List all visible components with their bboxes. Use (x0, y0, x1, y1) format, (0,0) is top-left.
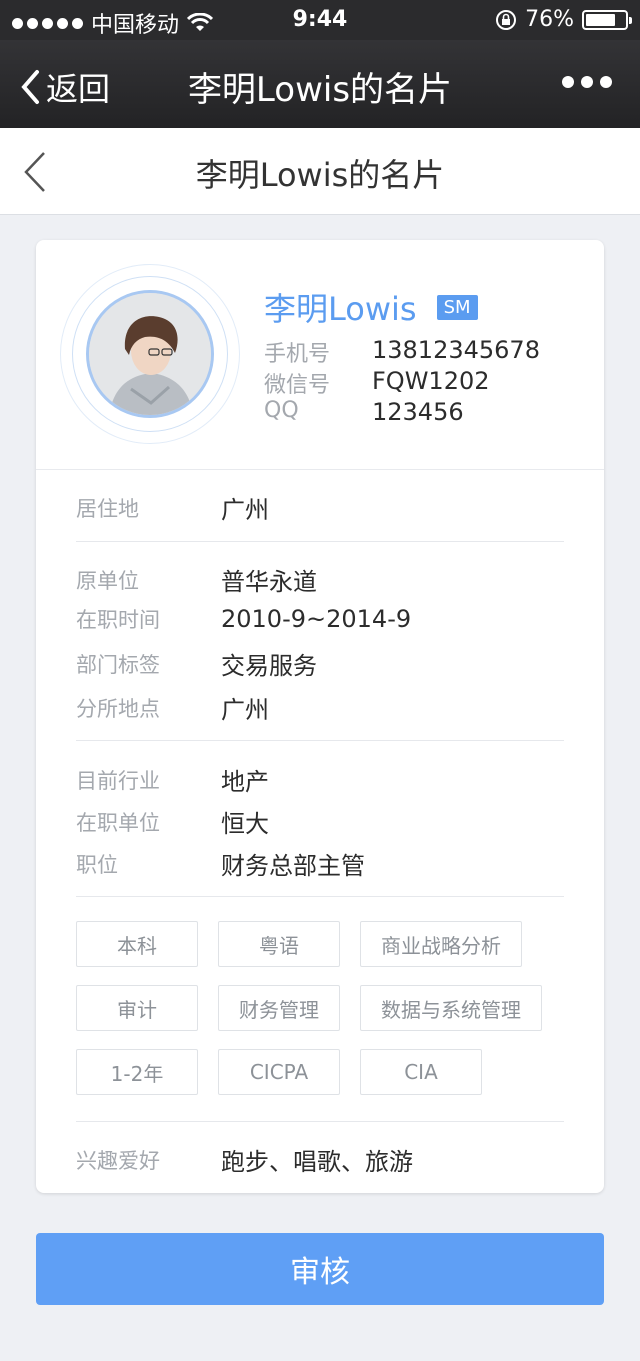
battery-fill (586, 13, 615, 26)
status-badge: SM (436, 294, 478, 320)
review-button[interactable]: 审核 (36, 1233, 604, 1305)
contact-wechat: 微信号 FQW1202 (264, 367, 490, 399)
skill-tag[interactable]: 审计 (76, 985, 198, 1031)
profile-section: 李明Lowis SM 手机号 13812345678 微信号 FQW1202 Q… (36, 240, 604, 470)
more-button[interactable] (562, 76, 612, 88)
rotation-lock-icon (496, 9, 517, 30)
skill-tag[interactable]: 粤语 (218, 921, 340, 967)
status-bar: 中国移动 9:44 76% (0, 0, 640, 40)
info-row: 职位 财务总部主管 (76, 846, 365, 881)
nav-bar: 返回 李明Lowis的名片 (0, 40, 640, 128)
nav-title: 李明Lowis的名片 (187, 70, 453, 110)
page-header: 李明Lowis的名片 (0, 128, 640, 215)
info-row: 部门标签 交易服务 (76, 646, 317, 681)
avatar[interactable] (86, 290, 214, 418)
info-value: 广州 (221, 496, 269, 524)
contact-value[interactable]: FQW1202 (372, 367, 490, 399)
divider (76, 541, 564, 542)
info-row: 兴趣爱好 跑步、唱歌、旅游 (76, 1142, 413, 1177)
skill-tag[interactable]: CICPA (218, 1049, 340, 1095)
info-label: 在职单位 (76, 810, 160, 835)
skill-tag[interactable]: 财务管理 (218, 985, 340, 1031)
skill-tag[interactable]: 1-2年 (76, 1049, 198, 1095)
info-label: 职位 (76, 852, 118, 877)
info-value: 跑步、唱歌、旅游 (221, 1148, 413, 1176)
contact-value[interactable]: 13812345678 (372, 336, 540, 368)
battery-percent: 76% (525, 7, 574, 32)
contact-phone: 手机号 13812345678 (264, 336, 540, 368)
divider (76, 740, 564, 741)
info-label: 原单位 (76, 568, 139, 593)
contact-label: QQ (264, 398, 299, 423)
skill-tag[interactable]: 数据与系统管理 (360, 985, 542, 1031)
info-value: 2010-9~2014-9 (221, 605, 412, 633)
contact-label: 微信号 (264, 373, 331, 398)
info-value: 广州 (221, 696, 269, 724)
info-row: 原单位 普华永道 (76, 562, 317, 597)
info-row: 分所地点 广州 (76, 690, 269, 725)
info-value: 财务总部主管 (221, 852, 365, 880)
info-row: 在职时间 2010-9~2014-9 (76, 604, 411, 634)
info-label: 在职时间 (76, 608, 160, 632)
info-value: 交易服务 (221, 652, 317, 680)
info-label: 居住地 (76, 496, 139, 521)
divider (76, 896, 564, 897)
person-name: 李明Lowis (264, 290, 417, 328)
info-row: 居住地 广州 (76, 490, 269, 525)
info-row: 目前行业 地产 (76, 762, 269, 797)
info-label: 目前行业 (76, 768, 160, 793)
info-label: 分所地点 (76, 696, 160, 721)
avatar-image (89, 293, 211, 415)
contact-qq: QQ 123456 (264, 398, 464, 426)
contact-label: 手机号 (264, 342, 331, 367)
info-value: 地产 (221, 768, 269, 796)
skill-tag[interactable]: 本科 (76, 921, 198, 967)
divider (76, 1121, 564, 1122)
info-value: 普华永道 (221, 568, 317, 596)
info-row: 在职单位 恒大 (76, 804, 269, 839)
info-label: 部门标签 (76, 652, 160, 677)
page-title: 李明Lowis的名片 (195, 156, 445, 194)
skill-tag[interactable]: 商业战略分析 (360, 921, 522, 967)
battery-icon (582, 9, 632, 30)
info-label: 兴趣爱好 (76, 1148, 160, 1173)
contact-value[interactable]: 123456 (372, 398, 464, 426)
skill-tag[interactable]: CIA (360, 1049, 482, 1095)
business-card: 李明Lowis SM 手机号 13812345678 微信号 FQW1202 Q… (36, 240, 604, 1193)
info-value: 恒大 (221, 810, 269, 838)
